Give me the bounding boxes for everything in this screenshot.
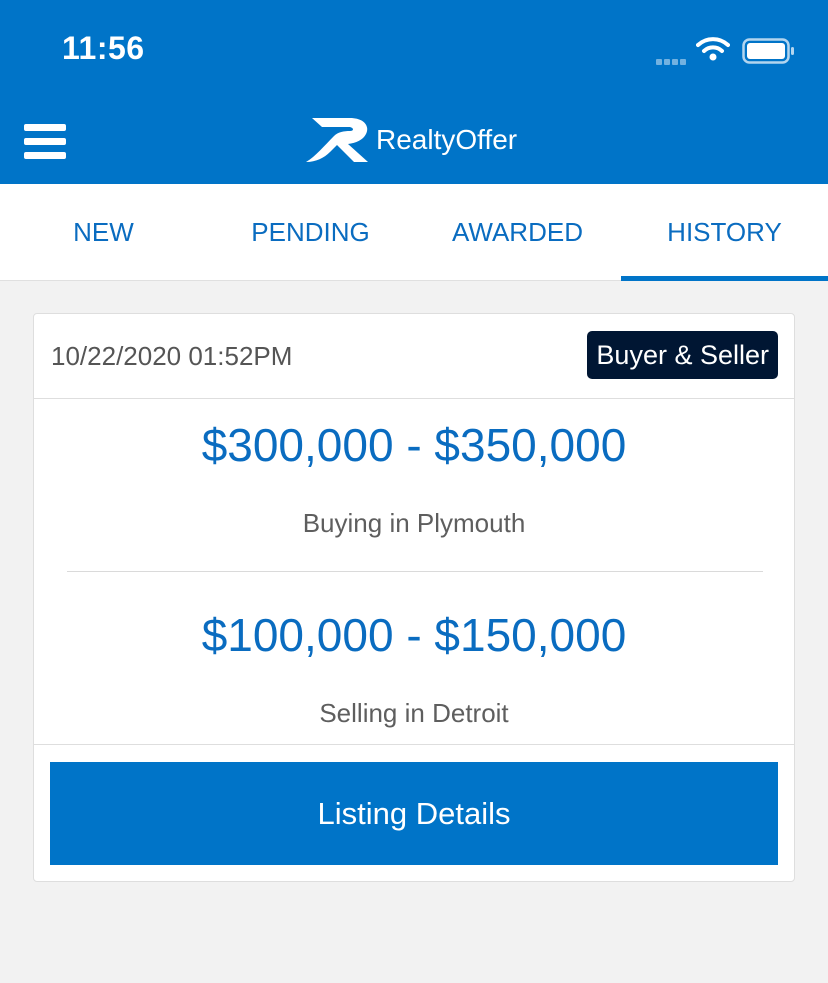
tab-new[interactable]: NEW <box>0 184 207 280</box>
listing-datetime: 10/22/2020 01:52PM <box>51 341 293 371</box>
tab-history[interactable]: HISTORY <box>621 184 828 281</box>
card-footer-divider <box>34 744 794 745</box>
status-time: 11:56 <box>62 30 145 66</box>
app-header: 11:56 RealtyOffer <box>0 0 828 184</box>
listing-card: 10/22/2020 01:52PM Buyer & Seller $300,0… <box>33 313 795 882</box>
buying-price-range: $300,000 - $350,000 <box>201 419 627 471</box>
section-divider <box>67 571 763 572</box>
listing-type-badge: Buyer & Seller <box>587 331 778 379</box>
tab-pending[interactable]: PENDING <box>207 184 414 280</box>
hamburger-menu-icon[interactable] <box>24 124 66 164</box>
app-name: RealtyOffer <box>376 124 518 155</box>
listing-details-button[interactable]: Listing Details <box>50 762 778 865</box>
wifi-icon <box>696 37 730 61</box>
tab-awarded[interactable]: AWARDED <box>414 184 621 280</box>
realtyoffer-logo-icon <box>306 118 368 162</box>
tab-bar: NEW PENDING AWARDED HISTORY <box>0 184 828 281</box>
listing-card-header: 10/22/2020 01:52PM Buyer & Seller <box>34 314 794 399</box>
buying-location: Buying in Plymouth <box>302 508 526 538</box>
cellular-signal-icon <box>656 52 688 70</box>
selling-location: Selling in Detroit <box>319 698 509 728</box>
selling-price-range: $100,000 - $150,000 <box>201 609 627 661</box>
battery-icon <box>742 38 794 64</box>
